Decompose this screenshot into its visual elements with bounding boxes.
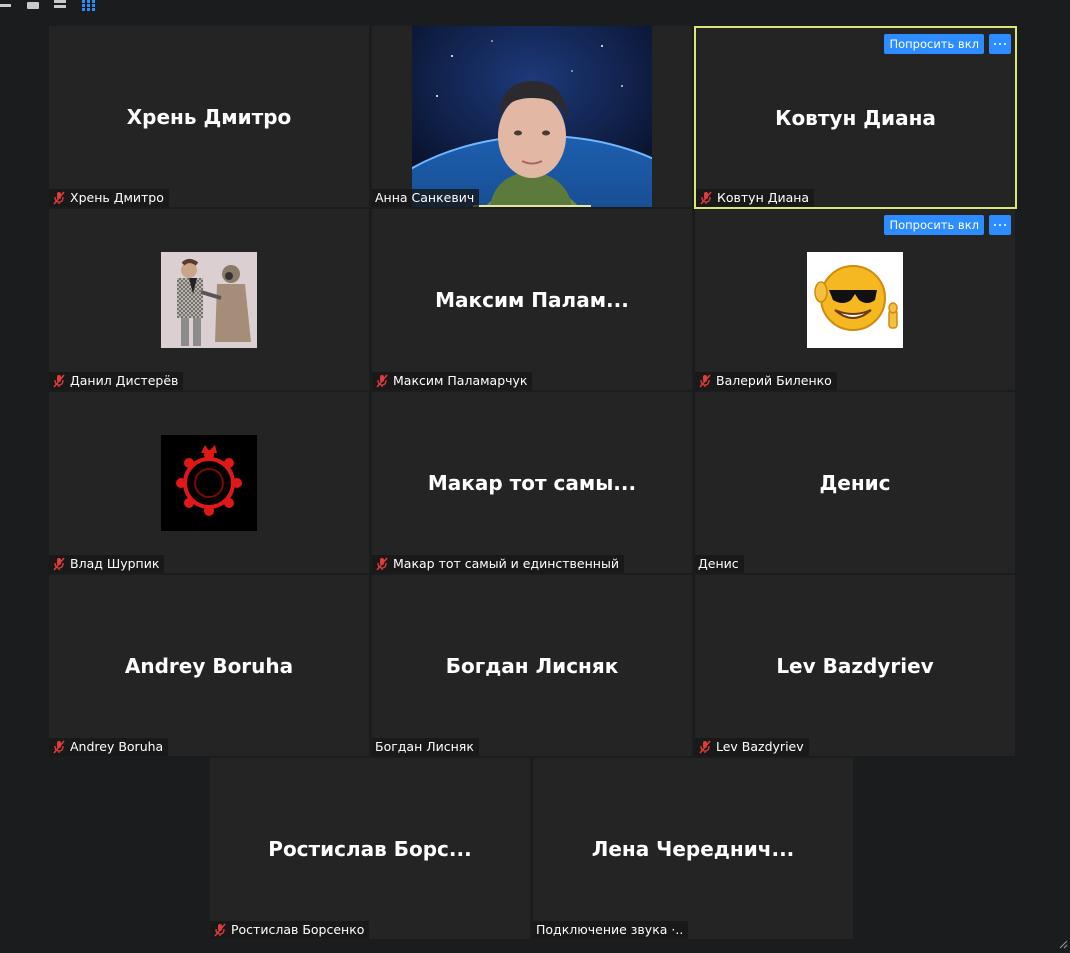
- muted-mic-icon: [698, 374, 712, 388]
- participant-nameplate: Валерий Биленко: [695, 372, 837, 390]
- participant-display-name: Лена Череднич...: [591, 836, 795, 861]
- participant-tile[interactable]: Лена Череднич... Подключение звука ·..: [533, 758, 853, 939]
- participant-nameplate: Подключение звука ·..: [533, 921, 689, 939]
- participant-nameplate: Ростислав Борсенко: [210, 921, 370, 939]
- participant-display-name: Andrey Boruha: [124, 653, 294, 678]
- participant-display-name: Богдан Лисняк: [445, 653, 619, 678]
- participant-display-name: Макар тот самы...: [427, 470, 637, 495]
- participant-tile[interactable]: Денис Денис: [695, 392, 1015, 573]
- muted-mic-icon: [52, 191, 66, 205]
- participant-name: Хрень Дмитро: [70, 190, 164, 205]
- participant-name: Валерий Биленко: [716, 373, 832, 388]
- participant-name: Lev Bazdyriev: [716, 739, 804, 754]
- profile-picture: [161, 251, 257, 348]
- resize-grip-icon[interactable]: [1058, 934, 1068, 949]
- participant-nameplate: Богдан Лисняк: [372, 738, 479, 756]
- ellipsis-icon: [994, 43, 1006, 45]
- speaking-indicator: [473, 205, 591, 207]
- gallery-view-icon[interactable]: [82, 0, 98, 12]
- muted-mic-icon: [699, 191, 713, 205]
- side-by-side-icon[interactable]: [27, 0, 41, 12]
- participant-name: Максим Паламарчук: [393, 373, 528, 388]
- participant-display-name: Ковтун Диана: [775, 105, 936, 130]
- participant-display-name: Lev Bazdyriev: [776, 653, 934, 678]
- connecting-audio-status: Подключение звука ·..: [536, 922, 684, 937]
- view-toolbar: [0, 0, 1070, 14]
- profile-picture: [807, 251, 903, 348]
- muted-mic-icon: [52, 374, 66, 388]
- muted-mic-icon: [698, 740, 712, 754]
- ellipsis-icon: [994, 224, 1006, 226]
- participant-name: Влад Шурпик: [70, 556, 160, 571]
- participant-nameplate: Данил Дистерёв: [49, 372, 184, 390]
- more-options-button[interactable]: [989, 215, 1011, 235]
- participant-tile[interactable]: Влад Шурпик: [49, 392, 369, 573]
- muted-mic-icon: [52, 557, 66, 571]
- participant-tile[interactable]: Анна Санкевич: [372, 26, 692, 207]
- participant-name: Анна Санкевич: [375, 190, 475, 205]
- participant-tile[interactable]: Ростислав Борс... Ростислав Борсенко: [210, 758, 530, 939]
- participant-tile[interactable]: Хрень Дмитро Хрень Дмитро: [49, 26, 369, 207]
- participant-name: Макар тот самый и единственный: [393, 556, 619, 571]
- participant-display-name: Максим Палам...: [435, 287, 629, 312]
- participant-tile-active[interactable]: Ковтун Диана Попросить вкл Ковтун Диана: [694, 26, 1017, 209]
- participant-tile[interactable]: Максим Палам... Максим Паламарчук: [372, 209, 692, 390]
- participant-nameplate: Ковтун Диана: [696, 189, 815, 207]
- ask-to-unmute-button[interactable]: Попросить вкл: [884, 215, 984, 235]
- participant-name: Andrey Boruha: [70, 739, 164, 754]
- stacked-view-icon[interactable]: [54, 0, 68, 12]
- participant-nameplate: Анна Санкевич: [372, 189, 480, 207]
- speaker-view-icon[interactable]: [0, 0, 14, 12]
- participant-tile[interactable]: Попросить вкл Валерий Биленко: [695, 209, 1015, 390]
- participant-nameplate: Andrey Boruha: [49, 738, 169, 756]
- participant-display-name: Ростислав Борс...: [268, 836, 472, 861]
- participant-nameplate: Влад Шурпик: [49, 555, 165, 573]
- participant-nameplate: Хрень Дмитро: [49, 189, 169, 207]
- participant-display-name: Хрень Дмитро: [126, 104, 292, 129]
- participant-tile[interactable]: Lev Bazdyriev Lev Bazdyriev: [695, 575, 1015, 756]
- participant-display-name: Денис: [819, 470, 891, 495]
- participant-nameplate: Макар тот самый и единственный: [372, 555, 624, 573]
- participant-tile[interactable]: Andrey Boruha Andrey Boruha: [49, 575, 369, 756]
- ask-to-unmute-button[interactable]: Попросить вкл: [884, 34, 984, 54]
- muted-mic-icon: [52, 740, 66, 754]
- participant-tile[interactable]: Богдан Лисняк Богдан Лисняк: [372, 575, 692, 756]
- muted-mic-icon: [375, 557, 389, 571]
- participant-video: [412, 26, 652, 207]
- participant-name: Ростислав Борсенко: [231, 922, 365, 937]
- participant-name: Богдан Лисняк: [375, 739, 474, 754]
- more-options-button[interactable]: [989, 34, 1011, 54]
- participant-name: Данил Дистерёв: [70, 373, 179, 388]
- participant-tile[interactable]: Макар тот самы... Макар тот самый и един…: [372, 392, 692, 573]
- participant-nameplate: Lev Bazdyriev: [695, 738, 809, 756]
- participant-nameplate: Денис: [695, 555, 744, 573]
- participant-nameplate: Максим Паламарчук: [372, 372, 533, 390]
- muted-mic-icon: [213, 923, 227, 937]
- muted-mic-icon: [375, 374, 389, 388]
- participant-name: Ковтун Диана: [717, 190, 810, 205]
- participant-tile[interactable]: Данил Дистерёв: [49, 209, 369, 390]
- profile-picture: [161, 434, 257, 531]
- participant-name: Денис: [698, 556, 739, 571]
